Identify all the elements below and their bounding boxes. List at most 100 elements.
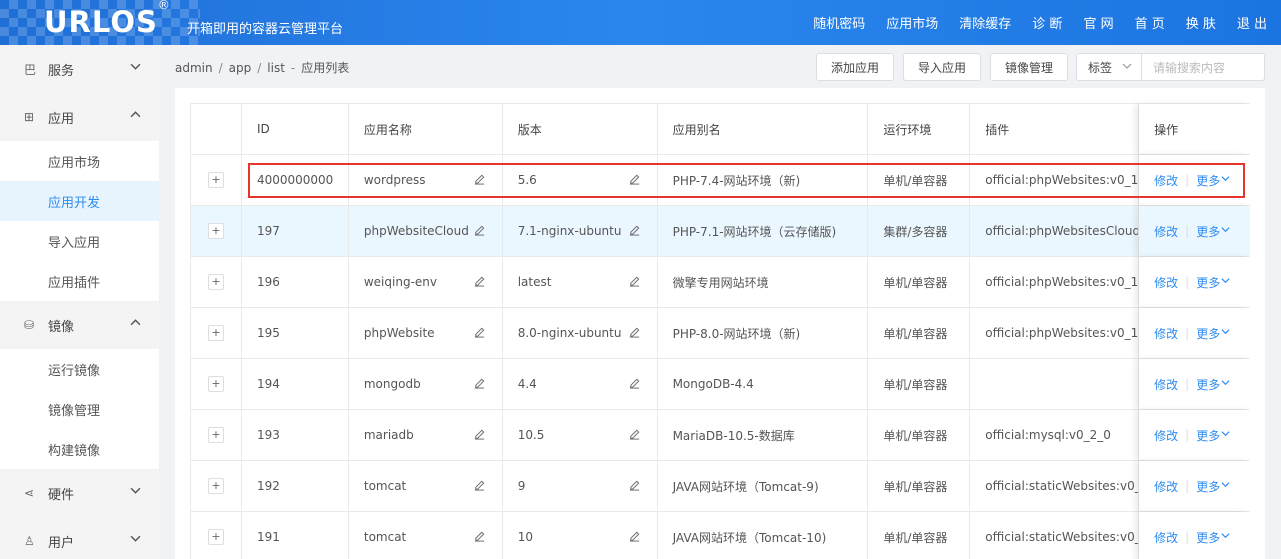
more-link[interactable]: 更多 [1196,274,1220,291]
edit-link[interactable]: 修改 [1154,529,1178,546]
cell-alias: 微擎专用网站环境 [658,257,869,307]
nav-link-5[interactable]: 首 页 [1135,13,1165,32]
edit-link[interactable]: 修改 [1154,427,1178,444]
import-app-button[interactable]: 导入应用 [902,53,981,81]
more-link[interactable]: 更多 [1196,325,1220,342]
action-separator: | [1185,326,1190,340]
add-app-button[interactable]: 添加应用 [815,53,894,81]
edit-pencil-icon[interactable] [473,172,487,186]
cell-version: 10 [503,512,658,559]
sidebar-group-1[interactable]: ⊞ 应用 [0,93,159,141]
more-link[interactable]: 更多 [1196,478,1220,495]
search-input[interactable]: 请输搜索内容 [1142,53,1265,81]
cell-version-text: 10 [517,530,533,544]
edit-pencil-icon[interactable] [473,427,487,441]
edit-pencil-icon[interactable] [628,274,642,288]
expand-icon[interactable]: + [207,274,224,290]
cell-name-text: phpWebsite [363,326,435,340]
expand-icon[interactable]: + [207,529,224,545]
cell-id-text: 197 [256,224,280,238]
sidebar-group-label: 硬件 [48,487,75,503]
more-link[interactable]: 更多 [1196,529,1220,546]
nav-link-6[interactable]: 换 肤 [1186,13,1216,32]
expand-icon[interactable]: + [207,325,224,341]
expand-cell: + [191,410,242,460]
edit-link[interactable]: 修改 [1154,478,1178,495]
sidebar-item-1-2[interactable]: 导入应用 [0,221,159,261]
more-link[interactable]: 更多 [1196,172,1220,189]
edit-pencil-icon[interactable] [628,376,642,390]
edit-link[interactable]: 修改 [1154,223,1178,240]
nav-link-3[interactable]: 诊 断 [1032,13,1062,32]
breadcrumb: admin / app / list - 应用列表 [175,59,349,76]
expand-icon[interactable]: + [207,478,224,494]
edit-pencil-icon[interactable] [628,223,642,237]
actions-cell: 修改 | 更多 [1139,308,1251,358]
sidebar-item-1-3[interactable]: 应用插件 [0,261,159,301]
edit-pencil-icon[interactable] [628,325,642,339]
chevron-up-icon [130,317,141,331]
nav-link-4[interactable]: 官 网 [1083,13,1113,32]
edit-link[interactable]: 修改 [1154,376,1178,393]
logo[interactable]: URLOS® [44,0,171,39]
edit-pencil-icon[interactable] [473,223,487,237]
nav-link-7[interactable]: 退 出 [1237,13,1267,32]
more-link[interactable]: 更多 [1196,376,1220,393]
expand-icon[interactable]: + [207,172,224,188]
breadcrumb-item[interactable]: list [267,61,285,75]
edit-link[interactable]: 修改 [1154,325,1178,342]
sidebar-group-4[interactable]: ♙ 用户 [0,517,159,559]
tag-select-value: 标签 [1088,60,1113,75]
more-link[interactable]: 更多 [1196,223,1220,240]
more-link[interactable]: 更多 [1196,427,1220,444]
nav-link-1[interactable]: 应用市场 [886,13,938,32]
sidebar-group-3[interactable]: ⋖ 硬件 [0,469,159,517]
edit-link[interactable]: 修改 [1154,274,1178,291]
nav-link-2[interactable]: 清除缓存 [959,13,1011,32]
cell-env-text: 单机/单容器 [883,428,948,443]
sidebar-item-1-1[interactable]: 应用开发 [0,181,159,221]
edit-pencil-icon[interactable] [628,478,642,492]
cell-version-text: 7.1-nginx-ubuntu [517,224,622,238]
edit-pencil-icon[interactable] [628,172,642,186]
cell-name: phpWebsiteCloud [349,206,503,256]
expand-cell: + [191,512,242,559]
action-separator: | [1185,479,1190,493]
expand-icon[interactable]: + [207,223,224,239]
registered-mark: ® [157,0,171,13]
edit-link[interactable]: 修改 [1154,172,1178,189]
nav-link-0[interactable]: 随机密码 [813,13,865,32]
table-header-row: ID 应用名称 版本 应用别名 运行环境 插件 操作 [191,104,1251,155]
cell-name: tomcat [349,461,503,511]
sidebar-item-2-1[interactable]: 镜像管理 [0,389,159,429]
expand-icon[interactable]: + [207,376,224,392]
edit-pencil-icon[interactable] [473,376,487,390]
edit-pencil-icon[interactable] [473,274,487,288]
cell-alias: MariaDB-10.5-数据库 [658,410,869,460]
sidebar-item-2-2[interactable]: 构建镜像 [0,429,159,469]
edit-pencil-icon[interactable] [628,529,642,543]
breadcrumb-item[interactable]: admin [175,61,213,75]
edit-pencil-icon[interactable] [473,325,487,339]
edit-pencil-icon[interactable] [473,478,487,492]
expand-icon[interactable]: + [207,427,224,443]
tag-select[interactable]: 标签 [1076,53,1142,81]
edit-pencil-icon[interactable] [628,427,642,441]
cell-version-text: 10.5 [517,428,545,442]
sidebar-group-2[interactable]: ⛁ 镜像 [0,301,159,349]
top-nav: 随机密码 应用市场 清除缓存 诊 断 官 网 首 页 换 肤 退 出 [792,0,1267,45]
image-manage-button[interactable]: 镜像管理 [989,53,1068,81]
cell-version: 9 [503,461,658,511]
table-row: +192 tomcat 9 JAVA网站环境（Tomcat-9) 单机/单容器 offic… [191,461,1251,512]
sidebar-item-2-0[interactable]: 运行镜像 [0,349,159,389]
breadcrumb-item[interactable]: app [229,61,252,75]
chevron-down-icon [1122,61,1132,74]
sidebar-item-1-0[interactable]: 应用市场 [0,141,159,181]
cell-name-text: wordpress [363,173,426,187]
app-table: ID 应用名称 版本 应用别名 运行环境 插件 操作 +4000000000 wordpress… [190,103,1251,559]
edit-pencil-icon[interactable] [473,529,487,543]
table-row: +196 weiqing-env latest 微擎专用网站环境 单机/单容器 offic… [191,257,1251,308]
sidebar-group-0[interactable]: 巴服务 [0,45,159,93]
action-separator: | [1185,377,1190,391]
cell-plugin-text: official:phpWebsites:v0_1_0 [985,173,1140,187]
